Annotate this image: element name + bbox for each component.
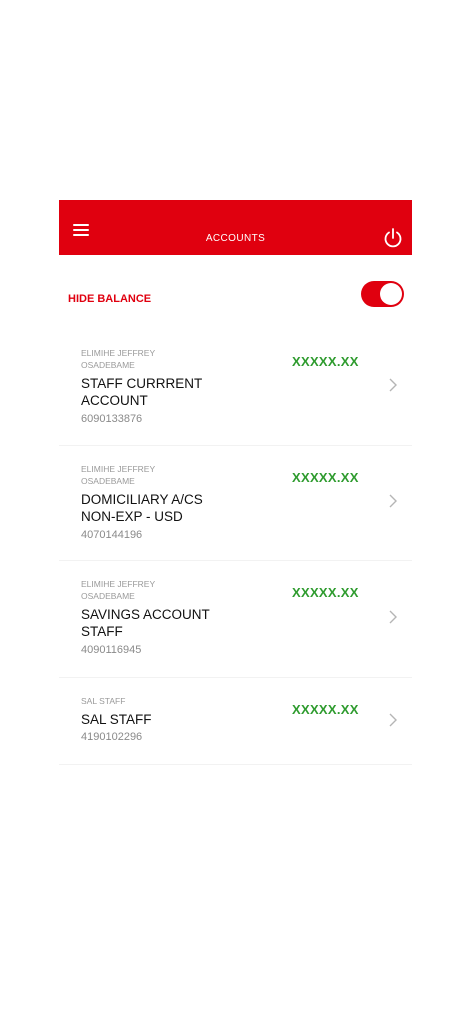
account-balance: XXXXX.XX <box>292 470 359 485</box>
account-balance: XXXXX.XX <box>292 354 359 369</box>
chevron-right-icon <box>388 493 398 509</box>
account-number: 4070144196 <box>81 529 143 541</box>
account-holder: SAL STAFF <box>81 696 126 706</box>
hide-balance-toggle[interactable] <box>361 281 404 307</box>
hide-balance-label: HIDE BALANCE <box>68 293 152 305</box>
account-item[interactable]: ELIMIHE JEFFREY OSADEBAME STAFF CURRRENT… <box>59 335 412 446</box>
account-number: 4090116945 <box>81 644 142 656</box>
account-item[interactable]: ELIMIHE JEFFREY OSADEBAME SAVINGS ACCOUN… <box>59 561 412 678</box>
account-name: SAVINGS ACCOUNT STAFF <box>81 607 210 639</box>
accounts-screen: ACCOUNTS HIDE BALANCE ELIMIHE JEFFREY OS… <box>59 200 412 810</box>
page-title: ACCOUNTS <box>205 233 266 244</box>
account-name: DOMICILIARY A/CS NON-EXP - USD <box>81 492 203 524</box>
accounts-list: ELIMIHE JEFFREY OSADEBAME STAFF CURRRENT… <box>59 335 412 765</box>
app-header: ACCOUNTS <box>59 200 412 255</box>
account-number: 6090133876 <box>81 413 143 425</box>
account-balance: XXXXX.XX <box>292 702 359 717</box>
account-holder: ELIMIHE JEFFREY OSADEBAME <box>81 348 155 370</box>
chevron-right-icon <box>388 377 398 393</box>
chevron-right-icon <box>388 609 398 625</box>
account-holder: ELIMIHE JEFFREY OSADEBAME <box>81 464 155 486</box>
account-balance: XXXXX.XX <box>292 585 359 600</box>
account-holder: ELIMIHE JEFFREY OSADEBAME <box>81 579 155 601</box>
account-item[interactable]: ELIMIHE JEFFREY OSADEBAME DOMICILIARY A/… <box>59 446 412 561</box>
account-number: 4190102296 <box>81 731 143 743</box>
account-name: SAL STAFF <box>81 712 152 727</box>
power-icon[interactable] <box>382 227 404 249</box>
account-item[interactable]: SAL STAFF SAL STAFF 4190102296 XXXXX.XX <box>59 678 412 765</box>
toggle-knob <box>380 283 402 305</box>
chevron-right-icon <box>388 712 398 728</box>
account-name: STAFF CURRRENT ACCOUNT <box>81 376 202 408</box>
